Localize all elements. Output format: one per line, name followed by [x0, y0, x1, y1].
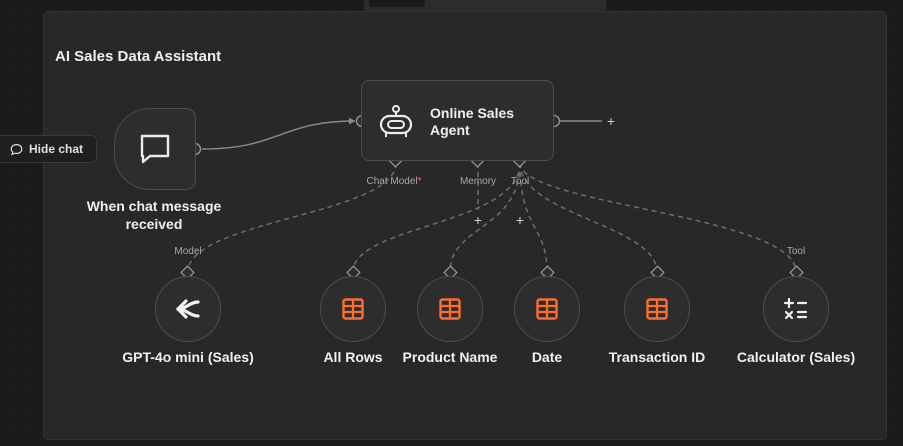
- openai-model-icon: [176, 299, 200, 319]
- all-rows-label: All Rows: [323, 349, 383, 365]
- agent-label: Online Sales Agent: [430, 105, 515, 138]
- main-connection: [201, 120, 356, 150]
- trigger-label: When chat message received: [86, 198, 222, 232]
- date-tool-node[interactable]: [514, 276, 580, 342]
- product-name-label: Product Name: [402, 349, 498, 365]
- chat-trigger-node[interactable]: [114, 108, 196, 190]
- model-port-label: Model: [174, 246, 202, 257]
- transaction-id-label: Transaction ID: [608, 349, 706, 365]
- all-rows-tool-node[interactable]: [320, 276, 386, 342]
- chat-bubble-icon: [140, 134, 170, 164]
- calculator-tool-node[interactable]: [763, 276, 829, 342]
- date-label: Date: [531, 349, 563, 365]
- add-memory-plus-icon[interactable]: +: [474, 213, 482, 227]
- robot-icon: [379, 105, 413, 137]
- product-name-tool-node[interactable]: [417, 276, 483, 342]
- table-icon: [342, 298, 364, 320]
- arrow-head: [349, 117, 355, 125]
- tool-port-label: Tool: [510, 176, 530, 187]
- table-icon: [439, 298, 461, 320]
- memory-port-label: Memory: [459, 176, 497, 187]
- table-icon: [646, 298, 668, 320]
- add-output-plus-icon[interactable]: +: [607, 114, 615, 128]
- calculator-tool-port-label: Tool: [786, 246, 806, 257]
- calculator-label: Calculator (Sales): [736, 349, 856, 365]
- chat-model-port-label: Chat Model*: [366, 176, 422, 187]
- add-tool-plus-icon[interactable]: +: [516, 213, 524, 227]
- gpt-model-node[interactable]: [155, 276, 221, 342]
- agent-node[interactable]: Online Sales Agent: [361, 80, 554, 161]
- transaction-id-tool-node[interactable]: [624, 276, 690, 342]
- tool-connection-calculator: [519, 162, 797, 273]
- tool-connection-transaction-id: [519, 162, 658, 273]
- table-icon: [536, 298, 558, 320]
- gpt-model-label: GPT-4o mini (Sales): [122, 349, 254, 365]
- calculator-icon: [783, 297, 808, 320]
